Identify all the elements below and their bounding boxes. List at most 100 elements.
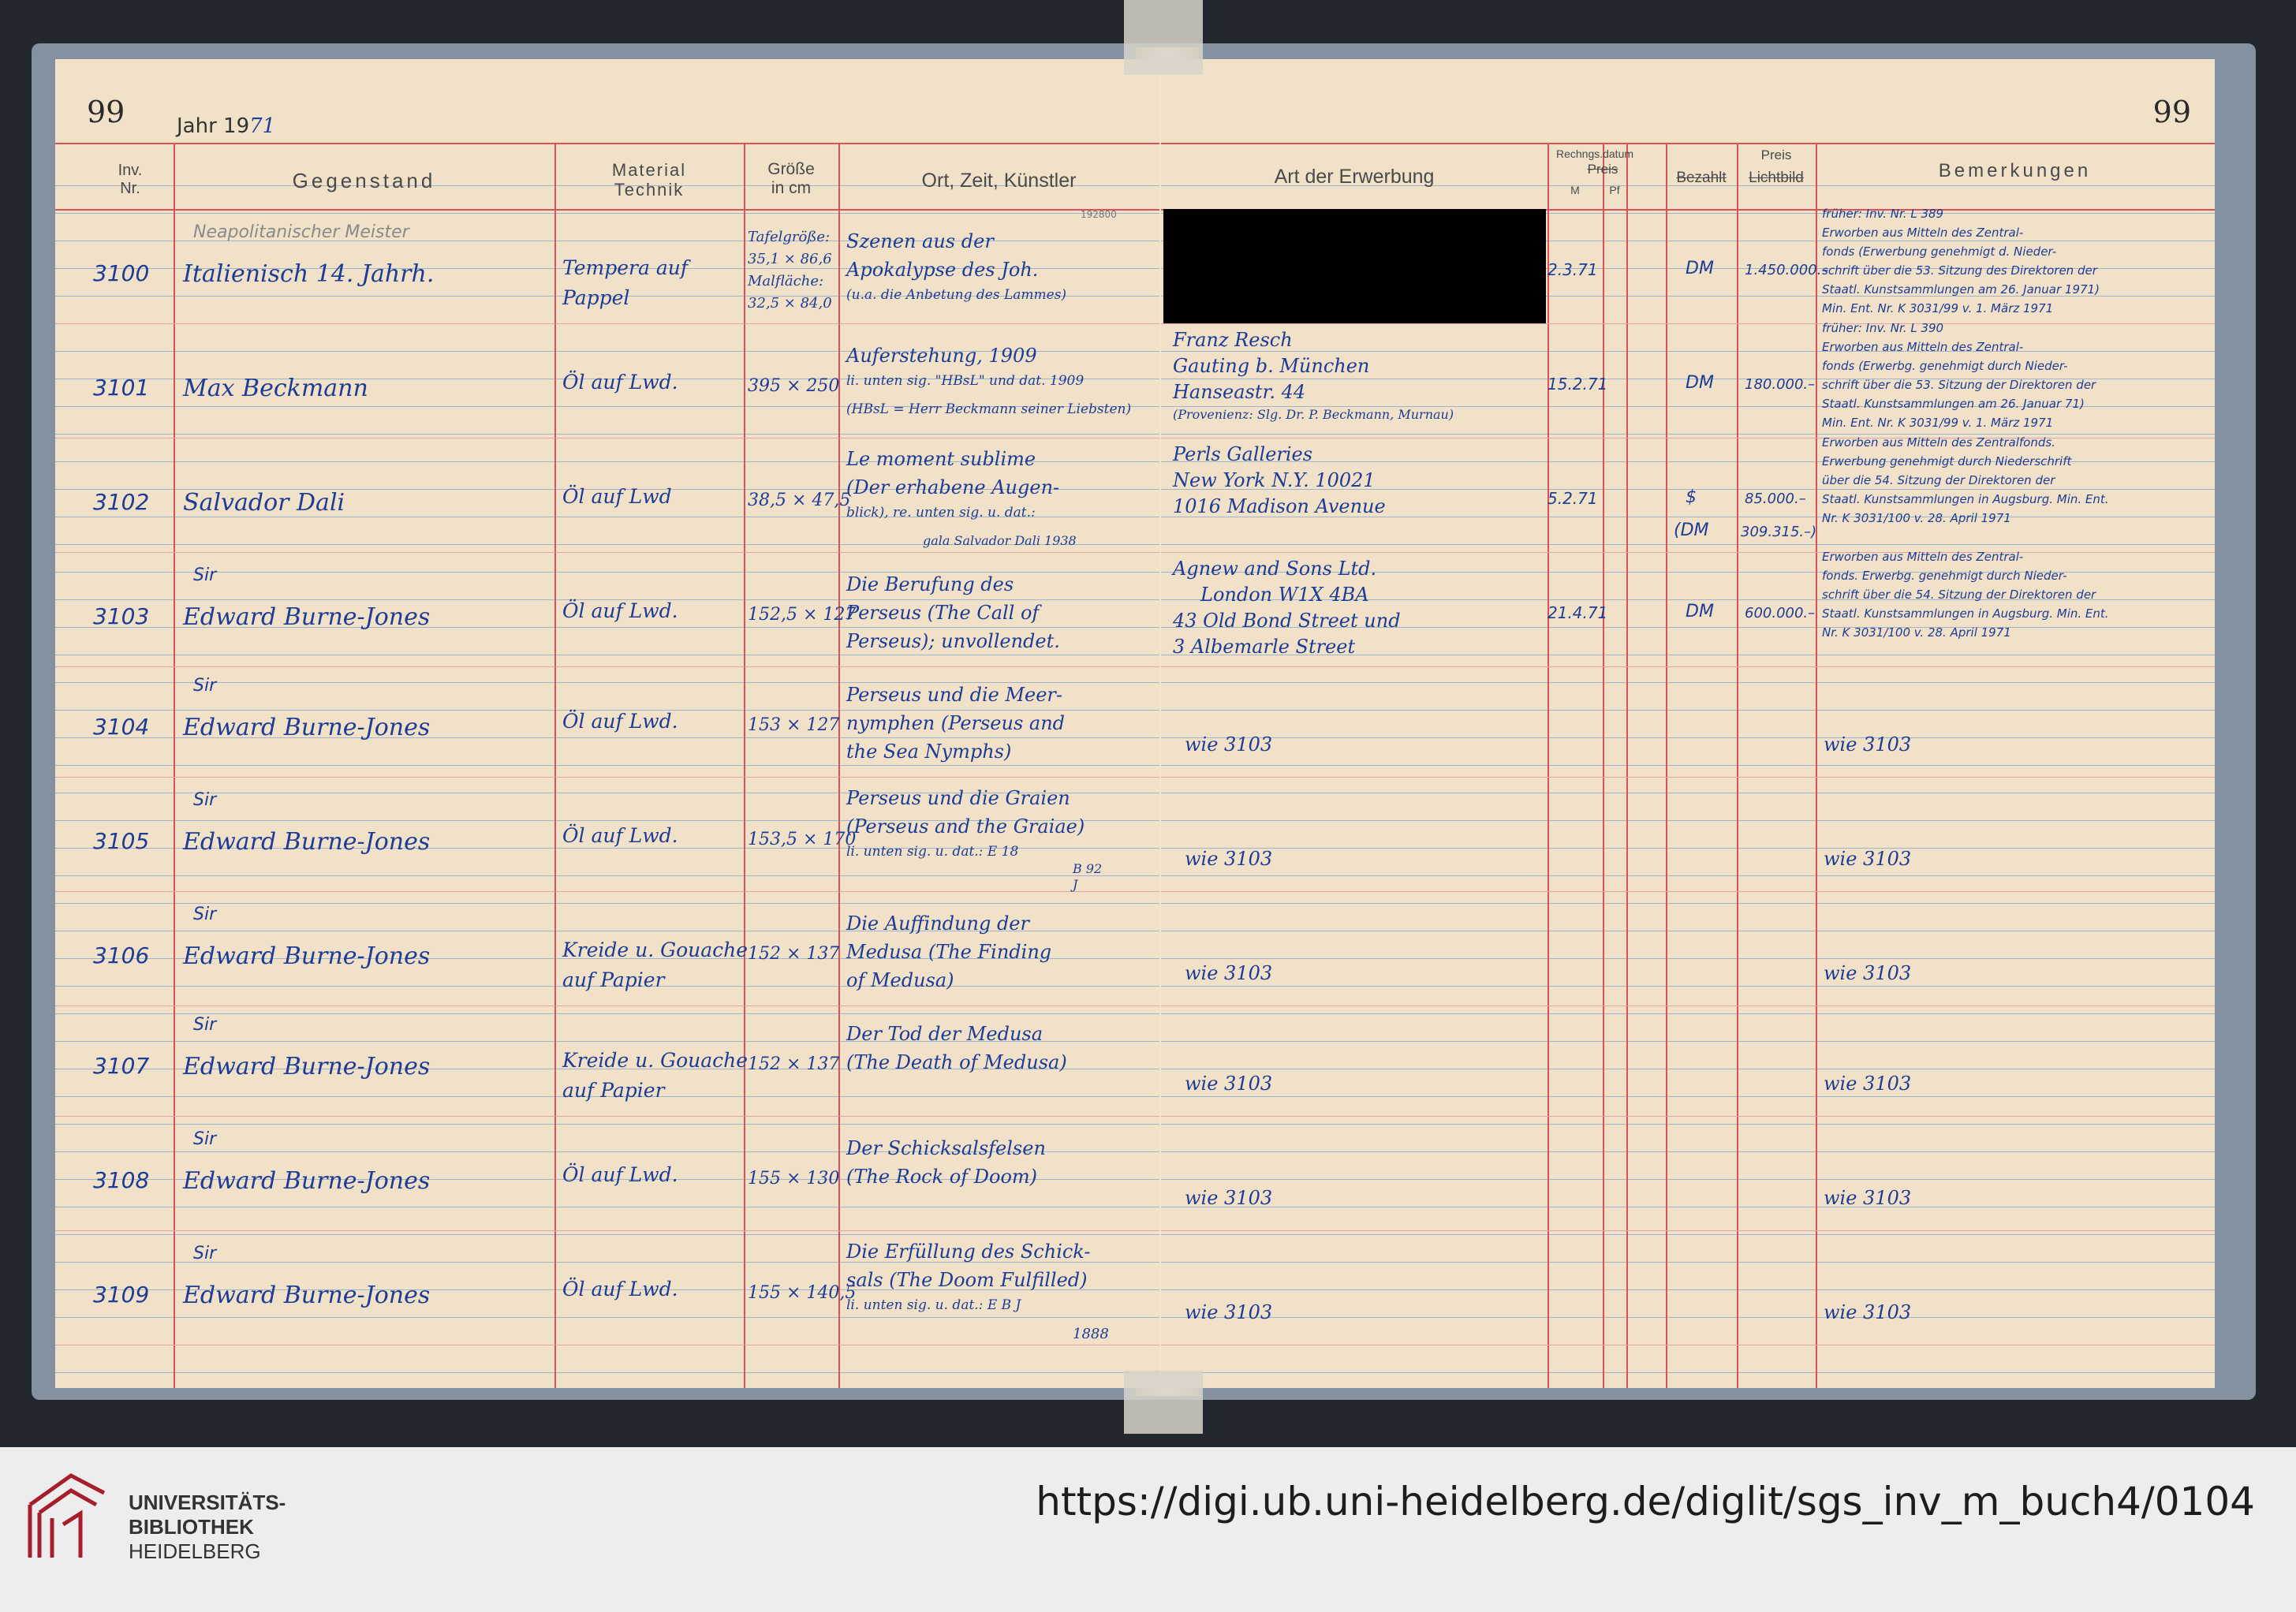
ruled-line bbox=[1161, 1041, 2215, 1042]
header-lichtbild: Lichtbild bbox=[1749, 170, 1804, 186]
row-ort-line: Medusa (The Finding bbox=[846, 941, 1052, 963]
row-material: Kreide u. Gouache bbox=[562, 938, 749, 961]
row-bemerkungen-line: Erworben aus Mitteln des Zentral- bbox=[1822, 340, 2024, 354]
row-ort-line: Perseus); unvollendet. bbox=[846, 630, 1060, 652]
ruled-line bbox=[1161, 544, 2215, 545]
row-bemerkungen: wie 3103 bbox=[1824, 848, 1912, 870]
row-ort-line: Apokalypse des Joh. bbox=[846, 259, 1039, 281]
ruled-line bbox=[1161, 682, 2215, 683]
row-ort-line: Die Auffindung der bbox=[846, 912, 1029, 935]
row-bemerkungen: wie 3103 bbox=[1824, 1187, 1912, 1209]
binding-tape-top bbox=[1124, 0, 1203, 75]
ruled-line bbox=[1161, 1234, 2215, 1235]
header-rule-bottom bbox=[55, 209, 1159, 211]
year-label: Jahr 1971 bbox=[177, 114, 275, 138]
row-groesse: 155 × 130 bbox=[748, 1169, 840, 1188]
row-ort-line: Perseus und die Meer- bbox=[846, 684, 1063, 706]
row-inv-number: 3101 bbox=[93, 375, 150, 401]
header-waehrung-pf: Pf bbox=[1609, 184, 1620, 196]
row-ort-line: blick), re. unten sig. u. dat.: bbox=[846, 505, 1036, 521]
row-inv-number: 3102 bbox=[93, 489, 150, 515]
row-groesse: 395 × 250 bbox=[748, 376, 840, 396]
ruled-line bbox=[1161, 903, 2215, 904]
ruled-line bbox=[55, 765, 1159, 766]
row-rule bbox=[55, 1116, 1159, 1117]
row-material: Pappel bbox=[562, 286, 630, 309]
row-erwerbung-line: 3 Albemarle Street bbox=[1173, 636, 1356, 658]
source-url-link[interactable]: https://digi.ub.uni-heidelberg.de/diglit… bbox=[1036, 1479, 2255, 1524]
row-title-prefix: Sir bbox=[193, 1015, 217, 1035]
row-bemerkungen-line: fonds (Erwerbg. genehmigt durch Nieder- bbox=[1822, 359, 2068, 373]
row-bemerkungen-line: Nr. K 3031/100 v. 28. April 1971 bbox=[1822, 625, 2011, 640]
row-bemerkungen-line: schrift über die 54. Sitzung der Direkto… bbox=[1822, 588, 2096, 602]
row-erwerbung-line: Agnew and Sons Ltd. bbox=[1173, 558, 1377, 580]
row-rule bbox=[55, 777, 1159, 778]
row-bemerkungen: wie 3103 bbox=[1824, 1301, 1912, 1323]
row-ort-line: Perseus und die Graien bbox=[846, 787, 1070, 809]
row-bemerkungen-line: Erworben aus Mitteln des Zentral- bbox=[1822, 226, 2024, 240]
row-erwerbung-line: Gauting b. München bbox=[1173, 355, 1370, 377]
row-bemerkungen-line: Erworben aus Mitteln des Zentralfonds. bbox=[1822, 435, 2055, 450]
row-erwerbung: wie 3103 bbox=[1185, 733, 1273, 756]
row-rule bbox=[55, 552, 1159, 553]
ruled-line bbox=[1161, 820, 2215, 821]
row-erwerbung-line: London W1X 4BA bbox=[1200, 584, 1369, 606]
row-datum: 15.2.71 bbox=[1547, 375, 1608, 394]
row-inv-number: 3100 bbox=[93, 260, 150, 286]
ruled-line bbox=[55, 875, 1159, 876]
row-preis: 180.000.– bbox=[1745, 376, 1816, 393]
row-preis: 85.000.– bbox=[1745, 491, 1806, 507]
row-ort-line: (u.a. die Anbetung des Lammes) bbox=[846, 287, 1067, 303]
ruled-line bbox=[1161, 434, 2215, 435]
ruled-line bbox=[1161, 1013, 2215, 1014]
redacted-block bbox=[1163, 209, 1546, 323]
ruled-line bbox=[55, 1372, 1159, 1373]
row-bemerkungen-line: schrift über die 53. Sitzung der Direkto… bbox=[1822, 378, 2096, 392]
row-material: Öl auf Lwd. bbox=[562, 599, 678, 622]
row-preis-alt: 309.315.–) bbox=[1741, 524, 1817, 540]
row-material: auf Papier bbox=[562, 1079, 665, 1102]
column-rule bbox=[1603, 144, 1604, 1388]
footer-bar: UNIVERSITÄTS- BIBLIOTHEK HEIDELBERG http… bbox=[0, 1447, 2296, 1612]
column-rule bbox=[1737, 144, 1738, 1388]
column-rule bbox=[1547, 144, 1549, 1388]
row-preis: 1.450.000.– bbox=[1745, 262, 1829, 278]
row-material: Öl auf Lwd. bbox=[562, 824, 678, 847]
row-ort-line: gala Salvador Dali 1938 bbox=[923, 533, 1077, 548]
ruled-line bbox=[55, 434, 1159, 435]
row-bemerkungen-line: Min. Ent. Nr. K 3031/99 v. 1. März 1971 bbox=[1822, 416, 2054, 430]
row-erwerbung: wie 3103 bbox=[1185, 848, 1273, 870]
row-rule bbox=[55, 891, 1159, 892]
column-rule bbox=[554, 144, 556, 1388]
row-gegenstand: Salvador Dali bbox=[183, 489, 345, 517]
ruled-line bbox=[55, 1013, 1159, 1014]
row-inv-number: 3103 bbox=[93, 603, 150, 629]
row-bemerkungen: wie 3103 bbox=[1824, 962, 1912, 984]
header-bemerkungen: Bemerkungen bbox=[1938, 160, 2092, 181]
ruled-line bbox=[1161, 1372, 2215, 1373]
row-rule bbox=[55, 1230, 1159, 1231]
column-rule bbox=[1626, 144, 1628, 1388]
scan-area: 99 Jahr 1971 Inv. Nr. Gegenstand Material Te… bbox=[0, 0, 2296, 1447]
row-ort-line: (HBsL = Herr Beckmann seiner Liebsten) bbox=[846, 401, 1132, 417]
header-inv: Inv. Nr. bbox=[118, 162, 143, 197]
row-rule bbox=[1161, 552, 2215, 553]
row-datum: 21.4.71 bbox=[1547, 603, 1608, 622]
year-suffix: 71 bbox=[249, 114, 276, 138]
row-title-prefix: Sir bbox=[193, 905, 217, 924]
row-erwerbung-line: (Provenienz: Slg. Dr. P. Beckmann, Murna… bbox=[1173, 407, 1454, 422]
row-waehrung-alt: (DM bbox=[1674, 521, 1709, 540]
row-erwerbung: wie 3103 bbox=[1185, 1301, 1273, 1323]
row-bemerkungen: wie 3103 bbox=[1824, 733, 1912, 756]
row-inv-number: 3104 bbox=[93, 714, 150, 740]
row-title-prefix: Sir bbox=[193, 676, 217, 696]
row-groesse: 35,1 × 86,6 bbox=[748, 251, 832, 267]
ruled-line bbox=[1161, 710, 2215, 711]
row-erwerbung: wie 3103 bbox=[1185, 1073, 1273, 1095]
ruled-line bbox=[1161, 875, 2215, 876]
row-material: Öl auf Lwd. bbox=[562, 1278, 678, 1300]
row-groesse: 155 × 140,5 bbox=[748, 1283, 857, 1303]
row-gegenstand: Edward Burne-Jones bbox=[183, 1167, 431, 1195]
header-rechnungsdatum: Rechngs.datum bbox=[1555, 147, 1634, 160]
ruled-line bbox=[1161, 848, 2215, 849]
